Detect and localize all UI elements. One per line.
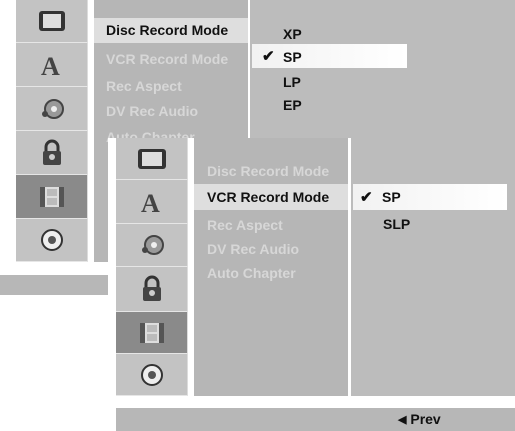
front-status-bar [116, 408, 515, 431]
front-tab-display[interactable] [116, 138, 188, 180]
back-menu-dv-rec-audio[interactable]: DV Rec Audio [106, 103, 198, 119]
front-menu-auto-chapter[interactable]: Auto Chapter [207, 265, 296, 281]
front-tab-lock[interactable] [116, 267, 188, 312]
back-menu-disc-record-mode[interactable]: Disc Record Mode [106, 22, 228, 38]
front-menu-dv-rec-audio[interactable]: DV Rec Audio [207, 241, 299, 257]
prev-button[interactable]: ◀ Prev [398, 411, 441, 427]
disc-icon [140, 363, 163, 386]
back-option-highlight [252, 44, 407, 68]
svg-text:A: A [141, 189, 160, 215]
padlock-icon [42, 139, 61, 165]
film-icon [139, 322, 164, 343]
back-tab-disc[interactable] [16, 219, 88, 262]
monitor-icon [137, 148, 166, 169]
front-tab-disc[interactable] [116, 354, 188, 396]
front-tab-language[interactable]: A [116, 180, 188, 224]
prev-label: Prev [410, 411, 441, 427]
back-tab-recording[interactable] [16, 175, 88, 219]
front-option-slp[interactable]: SLP [383, 216, 410, 232]
back-option-ep[interactable]: EP [283, 97, 302, 113]
front-options-column [351, 138, 515, 396]
back-option-lp[interactable]: LP [283, 74, 301, 90]
back-tab-audio[interactable] [16, 87, 88, 131]
front-tab-audio[interactable] [116, 224, 188, 267]
back-check-icon: ✔ [262, 48, 275, 65]
front-option-sp[interactable]: SP [382, 189, 401, 205]
back-tab-display[interactable] [16, 0, 88, 43]
front-menu-vcr-record-mode[interactable]: VCR Record Mode [207, 189, 329, 205]
front-check-icon: ✔ [360, 189, 373, 206]
disc-record-icon [41, 98, 64, 119]
front-settings-panel: A Disc Record Mode VCR Record Mode Rec A… [108, 138, 515, 431]
back-option-sp[interactable]: SP [283, 49, 302, 65]
film-icon [39, 186, 64, 207]
back-option-xp[interactable]: XP [283, 26, 302, 42]
back-tab-lock[interactable] [16, 131, 88, 175]
back-icon-column: A [16, 0, 88, 262]
back-menu-vcr-record-mode[interactable]: VCR Record Mode [106, 51, 228, 67]
letter-a-icon: A [141, 189, 160, 215]
back-tab-language[interactable]: A [16, 43, 88, 87]
left-arrow-icon: ◀ [398, 414, 407, 426]
front-menu-disc-record-mode[interactable]: Disc Record Mode [207, 163, 329, 179]
padlock-icon [142, 275, 161, 301]
front-menu-rec-aspect[interactable]: Rec Aspect [207, 217, 283, 233]
front-icon-column: A [116, 138, 188, 396]
back-menu-rec-aspect[interactable]: Rec Aspect [106, 78, 182, 94]
disc-record-icon [141, 235, 164, 255]
letter-a-icon: A [41, 52, 60, 78]
front-tab-recording[interactable] [116, 312, 188, 354]
front-option-highlight [353, 184, 507, 210]
svg-text:A: A [41, 52, 60, 78]
disc-icon [40, 229, 63, 251]
monitor-icon [38, 11, 65, 31]
